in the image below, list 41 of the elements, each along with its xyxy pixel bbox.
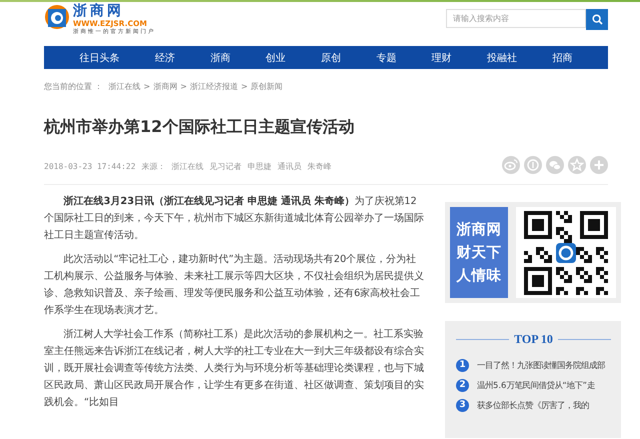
promo-text: 人情味	[456, 266, 502, 285]
promo-text: 财天下	[456, 244, 502, 262]
article-paragraph: 此次活动以“牢记社工心，建功新时代”为主题。活动现场共有20个展位，分为社工机构展示、公益服务与体验、未来社工展示等四大区块，不仅社会组织为居民提供义诊、急救知识普及、亲子绘画、理发等便民服务和公益互动体验，还有6家高校社会工作系学生在现场表演才艺。	[44, 252, 425, 318]
search-field[interactable]: 请输入搜索内容	[446, 9, 586, 28]
nav-link[interactable]: 经济	[154, 50, 175, 64]
rank-badge: 2	[456, 378, 469, 392]
top-news-link[interactable]: 获多位部长点赞《厉害了，我的	[477, 400, 589, 410]
top10-heading: TOP 10	[514, 332, 553, 347]
plus-icon[interactable]	[590, 156, 608, 174]
star-icon[interactable]	[568, 156, 586, 174]
nav-link[interactable]: 原创	[320, 50, 341, 64]
breadcrumb-separator: >	[144, 82, 150, 91]
chat-bubbles-icon[interactable]	[546, 156, 564, 174]
top-news-link[interactable]: 一目了然！九张图读懂国务院组成部	[477, 360, 605, 370]
nav-link[interactable]: 招商	[552, 50, 572, 64]
logo-name: 浙商网	[73, 3, 125, 19]
share-swirl-icon[interactable]	[502, 156, 520, 174]
share-circle-icon[interactable]	[524, 156, 542, 174]
nav-link[interactable]: 浙商	[210, 50, 230, 64]
breadcrumb-separator: >	[240, 82, 248, 91]
breadcrumb-link[interactable]: 浙江经济报道	[190, 81, 238, 92]
rank-badge: 1	[456, 358, 469, 372]
article-title: 杭州市举办第12个国际社工日主题宣传活动	[44, 116, 356, 138]
nav-link[interactable]: 专题	[376, 50, 396, 64]
article-paragraph: 浙江树人大学社会工作系（简称社工系）是此次活动的参展机构之一。社工系实验室主任熊远来告诉浙江在线记者，树人大学的社工专业在大一到大三年级都设有综合实训，既开展社会调查等传统方法类、人类行为与环境分析等基础理论类课程，也与下城区民政局、萧山区民政局开展合作，让学生有更多在街道、社区做调查、策划项目的实践机会。“比如目	[44, 328, 425, 410]
breadcrumb-link[interactable]: 浙江在线	[108, 81, 141, 92]
nav-link[interactable]: 往日头条	[80, 50, 120, 64]
promo-text: 浙商网	[456, 220, 502, 239]
search-icon	[592, 14, 602, 25]
breadcrumb-link[interactable]: 浙商网	[153, 81, 178, 92]
breadcrumb-label: 您当前的位置 ：	[44, 81, 103, 92]
breadcrumb-link[interactable]: 原创新闻	[250, 81, 283, 92]
publish-date: 2018-03-23 17:44:22	[44, 162, 136, 170]
top-news-link[interactable]: 温州5.6万笔民间借贷从“地下”走	[477, 380, 595, 390]
rank-badge: 3	[456, 398, 469, 412]
nav-link[interactable]: 投融社	[486, 50, 517, 64]
nav-link[interactable]: 创业	[266, 50, 286, 64]
nav-link[interactable]: 理财	[432, 50, 452, 64]
breadcrumb-separator: >	[180, 82, 187, 91]
search-button[interactable]	[586, 9, 608, 30]
article-paragraph: 浙江在线3月23日讯（浙江在线见习记者 申思婕 通讯员 朱奇峰）为了庆祝第12个国际社工日的到来，今天下午，杭州市下城区东新街道城北体育公园举办了一场国际社工日主题宣传活动。	[44, 194, 425, 243]
